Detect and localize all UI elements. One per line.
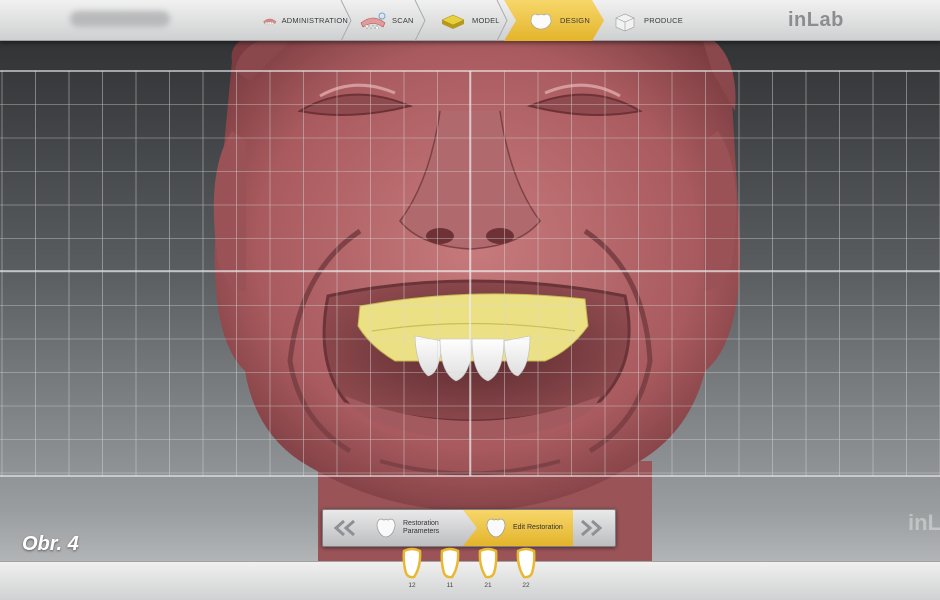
double-chevron-left-icon <box>333 519 355 537</box>
tooth-icon <box>402 547 422 579</box>
step-administration[interactable]: ADMINISTRATION <box>256 0 352 41</box>
step-model[interactable]: MODEL <box>432 0 508 41</box>
tooth-21[interactable]: 21 <box>474 547 502 595</box>
tooth-22[interactable]: 22 <box>512 547 540 595</box>
denture-icon <box>263 18 277 26</box>
substep-restoration-parameters[interactable]: Restoration Parameters <box>373 510 478 546</box>
scan-icon <box>360 12 386 30</box>
tooth-icon <box>478 547 498 579</box>
step-separator <box>496 0 508 41</box>
substep-label: Edit Restoration <box>513 524 563 531</box>
previous-step-button[interactable] <box>327 515 361 541</box>
tooth-icon <box>440 547 460 579</box>
tooth-12[interactable]: 12 <box>398 547 426 595</box>
step-scan-label: SCAN <box>392 16 414 25</box>
tooth-icon <box>516 547 536 579</box>
step-separator <box>414 0 426 41</box>
brand-logo: inLab <box>788 9 844 31</box>
tooth-selection-bar <box>0 561 940 600</box>
tooth-icon <box>486 518 506 538</box>
tooth-icon <box>376 518 396 538</box>
blurred-logo <box>70 11 170 27</box>
tooth-number: 12 <box>408 582 416 589</box>
tooth-number: 11 <box>446 582 454 589</box>
3d-viewport[interactable] <box>0 41 940 561</box>
tooth-11[interactable]: 11 <box>436 547 464 595</box>
step-produce-label: PRODUCE <box>644 16 683 25</box>
figure-label: Obr. 4 <box>22 533 79 555</box>
step-administration-label: ADMINISTRATION <box>281 16 348 25</box>
reference-grid <box>0 70 940 477</box>
step-scan[interactable]: SCAN <box>352 0 426 41</box>
milling-block-icon <box>615 13 635 31</box>
substep-bar: Restoration Parameters Edit Restoration <box>322 509 616 547</box>
crown-icon <box>530 13 552 29</box>
substep-label: Restoration Parameters <box>403 520 440 535</box>
workflow-bar: ADMINISTRATION SCAN MODEL DESIGN PRODUCE… <box>0 0 940 41</box>
next-step-button[interactable] <box>575 515 609 541</box>
substep-edit-restoration[interactable]: Edit Restoration <box>463 510 573 546</box>
step-separator <box>340 0 352 41</box>
watermark: inL <box>908 510 940 535</box>
tooth-number: 21 <box>484 582 492 589</box>
double-chevron-right-icon <box>581 519 603 537</box>
step-design-label: DESIGN <box>560 16 590 25</box>
tooth-number: 22 <box>522 582 530 589</box>
model-icon <box>441 14 465 29</box>
step-produce[interactable]: PRODUCE <box>606 0 686 41</box>
step-design[interactable]: DESIGN <box>504 0 604 41</box>
